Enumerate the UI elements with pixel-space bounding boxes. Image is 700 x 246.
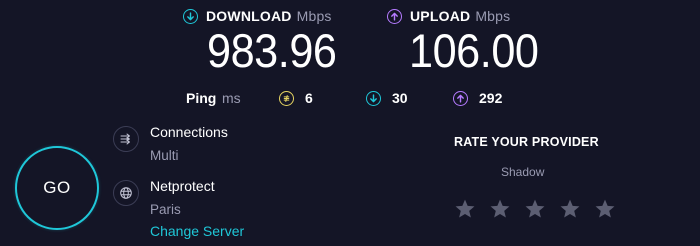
connections-title: Connections [150, 124, 228, 140]
ping-unit: ms [222, 90, 241, 106]
globe-icon [113, 180, 139, 206]
ping-upload: 292 [453, 89, 502, 107]
idle-latency-icon [279, 90, 294, 106]
go-button[interactable]: GO [15, 146, 99, 230]
upload-latency-icon [453, 90, 468, 106]
ping-idle-value: 6 [305, 90, 313, 106]
upload-label: UPLOAD [410, 8, 471, 24]
ping-idle: 6 [279, 89, 313, 107]
ping-upload-value: 292 [479, 90, 503, 106]
connections-icon [113, 126, 139, 152]
upload-speed-value: 106.00 [409, 24, 539, 77]
star-icon-5[interactable] [594, 198, 616, 220]
server-location: Paris [150, 202, 181, 217]
upload-header: UPLOAD Mbps [387, 7, 510, 25]
rate-provider-title: RATE YOUR PROVIDER [454, 135, 599, 149]
download-header: DOWNLOAD Mbps [183, 7, 332, 25]
change-server-link[interactable]: Change Server [150, 222, 244, 240]
download-speed-value: 983.96 [207, 24, 337, 77]
star-icon-4[interactable] [559, 198, 581, 220]
download-label: DOWNLOAD [206, 8, 292, 24]
connections-mode: Multi [150, 148, 179, 163]
ping-download: 30 [366, 89, 408, 107]
provider-name: Shadow [501, 165, 545, 179]
arrow-up-circle-icon [387, 8, 402, 24]
upload-unit: Mbps [475, 8, 511, 24]
speedtest-results: DOWNLOAD Mbps 983.96 UPLOAD Mbps 106.00 … [0, 0, 700, 246]
download-unit: Mbps [296, 8, 332, 24]
ping-label: Ping [186, 90, 217, 106]
ping-download-value: 30 [392, 90, 408, 106]
download-latency-icon [366, 90, 381, 106]
server-name: Netprotect [150, 178, 215, 194]
star-icon-1[interactable] [454, 198, 476, 220]
rating-stars [454, 198, 629, 220]
star-icon-3[interactable] [524, 198, 546, 220]
arrow-down-circle-icon [183, 8, 198, 24]
star-icon-2[interactable] [489, 198, 511, 220]
